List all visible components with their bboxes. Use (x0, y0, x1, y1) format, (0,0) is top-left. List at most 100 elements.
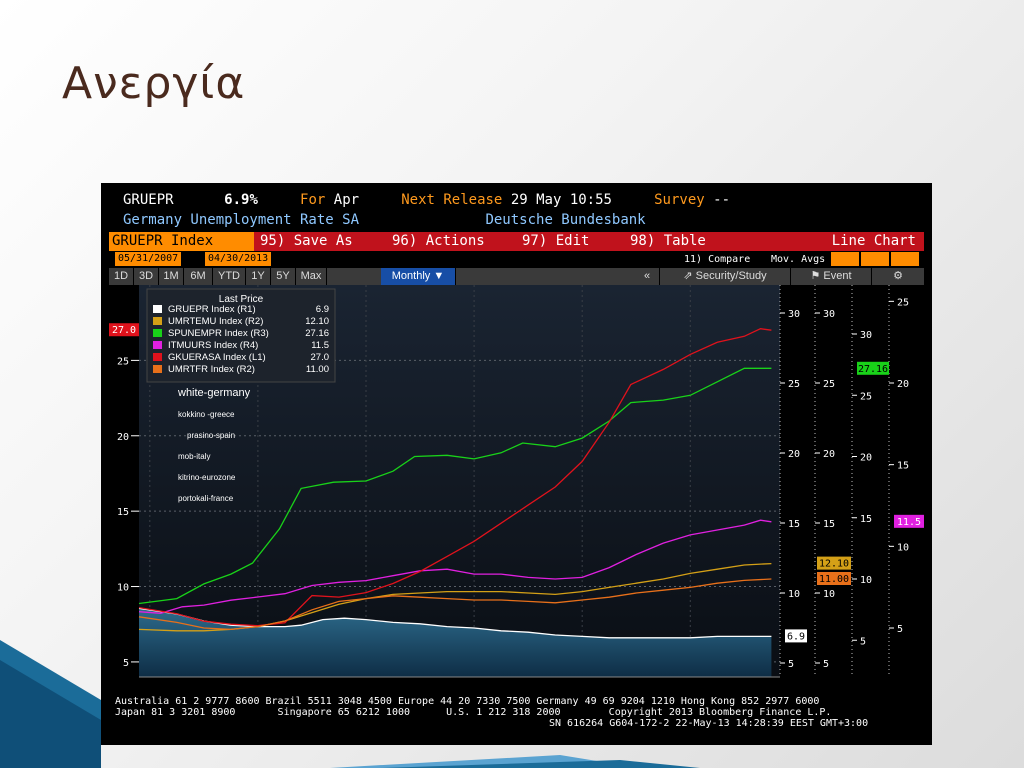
next-release: 29 May 10:55 (510, 192, 612, 208)
tab-3d[interactable]: 3D (134, 268, 159, 285)
tick-label-R2: 30 (823, 309, 835, 320)
collapse-button[interactable]: « (635, 268, 660, 285)
tag-spain: 27.16 (858, 364, 888, 375)
header-line-2: Germany Unemployment Rate SA Deutsche Bu… (123, 212, 646, 228)
ticker: GRUEPR (123, 192, 174, 208)
legend-entry-name: UMRTFR Index (R2) (168, 364, 255, 375)
legend-swatch (153, 317, 162, 325)
l1-tick-label: 25 (117, 356, 129, 367)
tag-germany: 6.9 (787, 631, 805, 642)
tick-label-R4: 10 (897, 542, 909, 553)
legend-swatch (153, 329, 162, 337)
study-icon: ⇗ (683, 270, 696, 282)
legend-note: white-germany (177, 387, 251, 399)
legend-note: mob-italy (178, 452, 210, 461)
tick-label-R1: 20 (788, 449, 800, 460)
tab-1y[interactable]: 1Y (246, 268, 271, 285)
legend-entry-name: UMRTEMU Index (R2) (168, 316, 263, 327)
legend-entry-value: 27.0 (311, 352, 330, 363)
source: Deutsche Bundesbank (485, 212, 646, 228)
footer-line-2: Japan 81 3 3201 8900 Singapore 65 6212 1… (115, 707, 832, 718)
for-label: For (300, 192, 326, 208)
legend-entry-value: 6.9 (316, 304, 329, 315)
tick-label-R4: 15 (897, 461, 909, 472)
tab-6m[interactable]: 6M (184, 268, 213, 285)
tick-label-R3: 20 (860, 453, 872, 464)
tick-label-R1: 5 (788, 659, 794, 670)
legend-entry-value: 12.10 (305, 316, 329, 327)
tag-eurozone: 12.10 (819, 559, 849, 570)
tick-label-R2: 25 (823, 379, 835, 390)
edit-button[interactable]: 97) Edit (522, 232, 589, 251)
legend-swatch (153, 305, 162, 313)
line-chart: 5 10 15 20 25 5 10 15 20 25 30 5 10 15 20 25 30 5 10 15 20 25… (109, 285, 924, 678)
tick-label-R2: 10 (823, 589, 835, 600)
legend-entry-name: SPUNEMPR Index (R3) (168, 328, 269, 339)
tick-label-R3: 5 (860, 636, 866, 647)
survey-label: Survey (654, 192, 705, 208)
security-field[interactable]: GRUEPR Index (109, 232, 254, 251)
tick-label-R3: 10 (860, 575, 872, 586)
next-release-label: Next Release (401, 192, 503, 208)
tab-5y[interactable]: 5Y (271, 268, 296, 285)
tick-label-R4: 5 (897, 624, 903, 635)
legend-note: prasino-spain (187, 431, 235, 440)
tick-label-R4: 20 (897, 379, 909, 390)
save-as-button[interactable]: 95) Save As (260, 232, 353, 251)
mov-avgs-box-3[interactable] (891, 252, 919, 266)
l1-tick-label: 5 (123, 658, 129, 669)
tick-label-R3: 30 (860, 330, 872, 341)
legend-entry-value: 11.5 (311, 340, 329, 351)
tick-label-R4: 25 (897, 297, 909, 308)
security-study-label: Security/Study (695, 270, 767, 282)
mov-avgs-box-2[interactable] (861, 252, 889, 266)
actions-button[interactable]: 96) Actions (392, 232, 485, 251)
legend-note: kokkino -greece (178, 410, 235, 419)
tick-label-R1: 15 (788, 519, 800, 530)
event-icon: ⚑ (810, 270, 824, 282)
end-date-field[interactable]: 04/30/2013 (205, 252, 272, 266)
settings-button[interactable]: ⚙ (872, 268, 925, 285)
tag-france: 11.00 (819, 574, 849, 585)
legend-entry-value: 27.16 (305, 328, 329, 339)
mov-avgs-label[interactable]: Mov. Avgs (771, 253, 825, 267)
legend-entry-name: GKUERASA Index (L1) (168, 352, 266, 363)
footer-line-1: Australia 61 2 9777 8600 Brazil 5511 304… (115, 696, 820, 707)
period: Apr (333, 192, 360, 208)
legend-swatch (153, 365, 162, 373)
tab-1d[interactable]: 1D (109, 268, 134, 285)
tab-1m[interactable]: 1M (159, 268, 184, 285)
date-bar: 05/31/2007 04/30/2013 11) Compare Mov. A… (109, 251, 924, 267)
l1-tick-label: 10 (117, 583, 129, 594)
tick-label-R3: 15 (860, 514, 872, 525)
tag-greece: 27.0 (112, 325, 136, 336)
tick-label-R1: 25 (788, 379, 800, 390)
start-date-field[interactable]: 05/31/2007 (115, 252, 182, 266)
tick-label-R2: 20 (823, 449, 835, 460)
header-line-1: GRUEPR 6.9% For Apr Next Release 29 May … (123, 192, 730, 208)
tab-ytd[interactable]: YTD (213, 268, 246, 285)
table-button[interactable]: 98) Table (630, 232, 706, 251)
frequency-select[interactable]: Monthly ▼ (381, 268, 456, 285)
legend-swatch (153, 341, 162, 349)
event-button[interactable]: ⚑ Event (791, 268, 872, 285)
tick-label-R3: 25 (860, 391, 872, 402)
legend-note: portokali-france (178, 494, 234, 503)
bloomberg-terminal: GRUEPR 6.9% For Apr Next Release 29 May … (101, 183, 932, 745)
legend-entry-value: 11.00 (306, 364, 329, 375)
l1-tick-label: 20 (117, 432, 129, 443)
slide-title: Ανεργία (62, 58, 246, 109)
legend-swatch (153, 353, 162, 361)
legend-entry-name: ITMUURS Index (R4) (168, 340, 258, 351)
legend-note: kitrino-eurozone (178, 473, 236, 482)
tick-label-R1: 10 (788, 589, 800, 600)
range-tabs: 1D 3D 1M 6M YTD 1Y 5Y Max Monthly ▼ « ⇗ … (109, 268, 925, 285)
security-study-button[interactable]: ⇗ Security/Study (660, 268, 791, 285)
tab-max[interactable]: Max (296, 268, 327, 285)
survey-value: -- (713, 192, 730, 208)
chart-type-button[interactable]: Line Chart (832, 232, 916, 251)
legend-entry-name: GRUEPR Index (R1) (168, 304, 256, 315)
l1-tick-label: 15 (117, 507, 129, 518)
mov-avgs-box-1[interactable] (831, 252, 859, 266)
compare-button[interactable]: 11) Compare (684, 253, 750, 267)
